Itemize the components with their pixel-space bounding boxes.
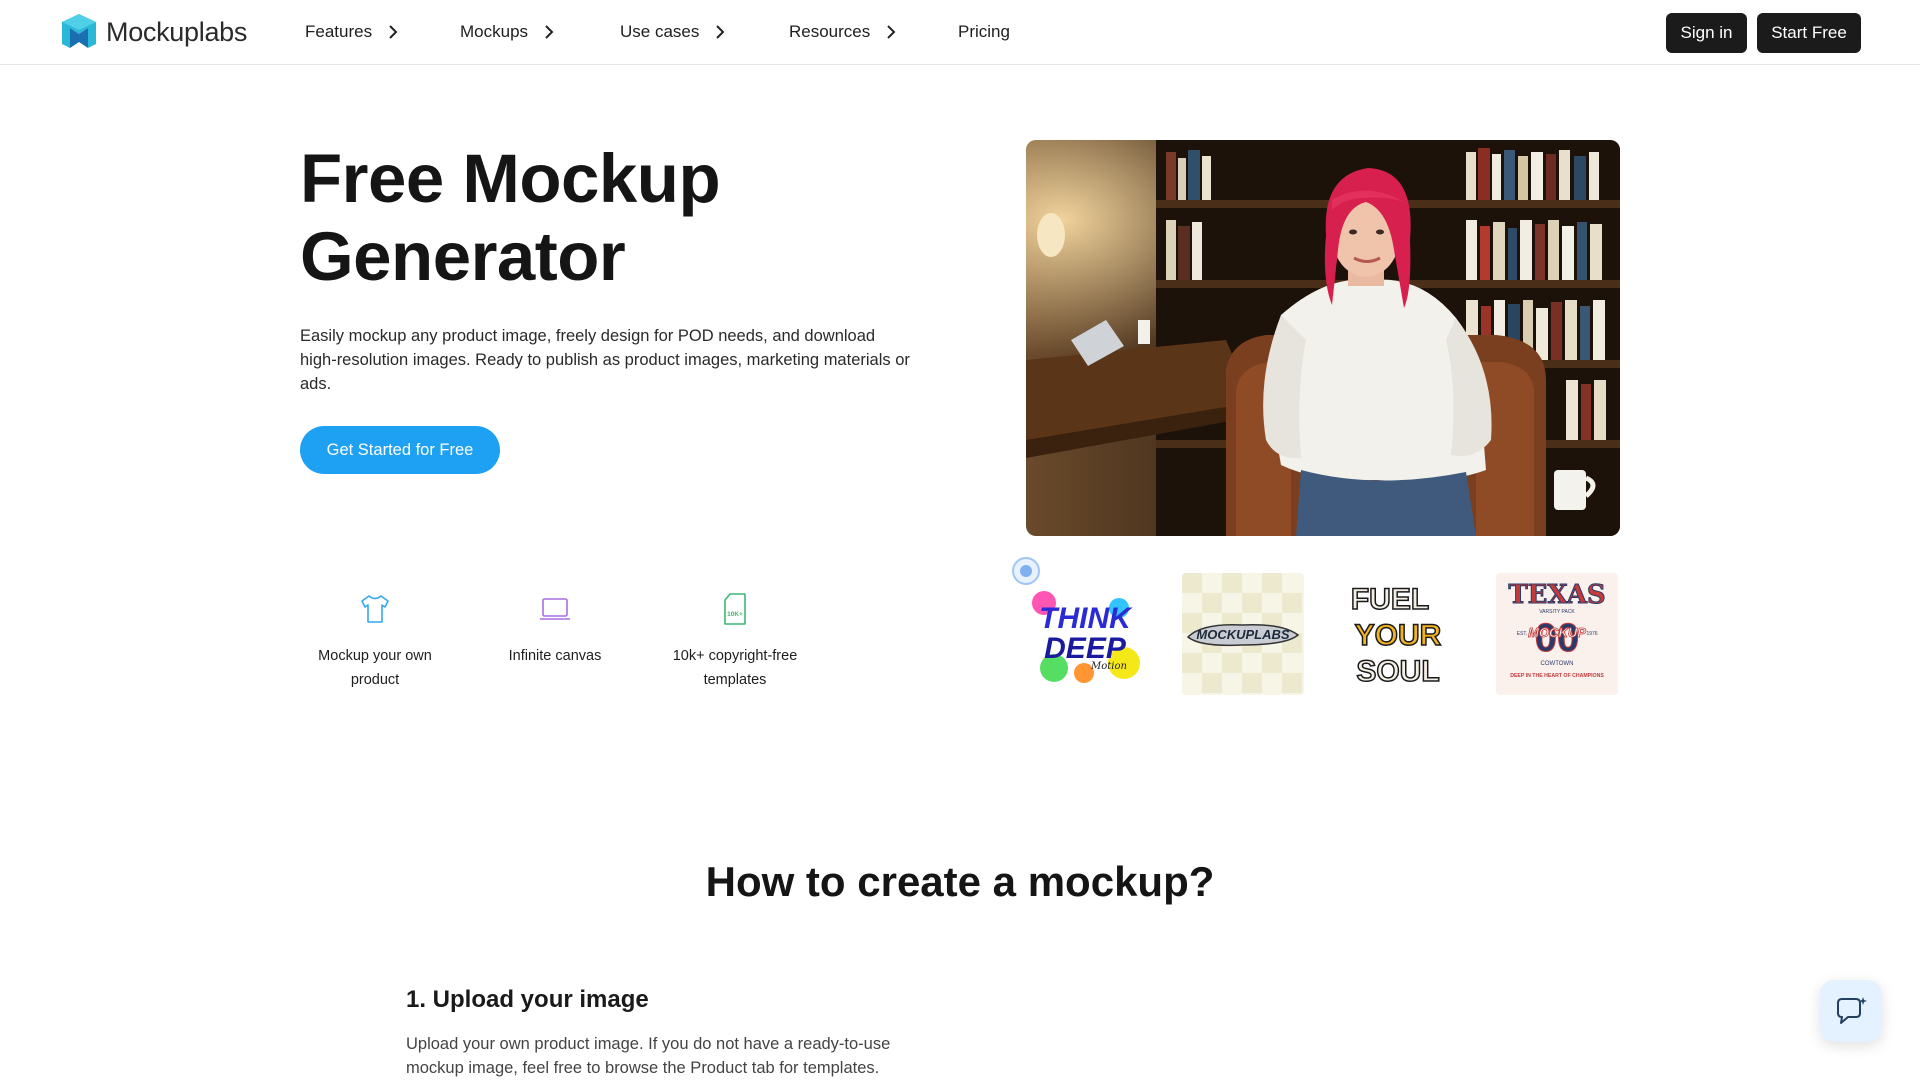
step-1-description: Upload your own product image. If you do… bbox=[406, 1035, 891, 1077]
chevron-right-icon bbox=[389, 25, 398, 39]
feature-label: Infinite canvas bbox=[508, 648, 602, 664]
texas-mockup-text: MOCKUP bbox=[1528, 625, 1586, 640]
mockuplabs-design-text: MOCKUPLABS bbox=[1196, 627, 1289, 642]
nav-features-label: Features bbox=[305, 22, 373, 41]
texas-mockup-design: TEXAS VARSITY PACK 00 EST. 1976 MOCKUP C… bbox=[1496, 573, 1618, 695]
texas-year-text: 1976 bbox=[1586, 631, 1597, 637]
design-thumb-think-deep[interactable]: THINK DEEP Motion bbox=[1024, 573, 1146, 695]
nav-resources[interactable]: Resources bbox=[789, 22, 896, 42]
design-thumb-mockuplabs[interactable]: MOCKUPLABS bbox=[1182, 573, 1304, 695]
think-deep-text-1: THINK bbox=[1039, 602, 1133, 635]
texas-varsity-text: VARSITY PACK bbox=[1539, 609, 1575, 615]
feature-label: Mockup your own product bbox=[318, 648, 432, 688]
hero-description: Easily mockup any product image, freely … bbox=[300, 327, 910, 393]
mockuplabs-logo-design: MOCKUPLABS bbox=[1182, 573, 1304, 695]
design-thumb-texas[interactable]: TEXAS VARSITY PACK 00 EST. 1976 MOCKUP C… bbox=[1496, 573, 1618, 695]
step-1-title: 1. Upload your image bbox=[406, 986, 649, 1013]
texas-text: TEXAS bbox=[1508, 580, 1605, 610]
feature-templates: 10K+ 10k+ copyright-free templates bbox=[660, 592, 810, 692]
template-file-icon: 10K+ bbox=[724, 593, 746, 625]
texas-est-text: EST. bbox=[1517, 631, 1528, 637]
texas-slogan-text: DEEP IN THE HEART OF CHAMPIONS bbox=[1510, 673, 1604, 679]
nav-features[interactable]: Features bbox=[305, 22, 398, 42]
chevron-right-icon bbox=[887, 25, 896, 39]
laptop-icon bbox=[540, 598, 570, 620]
chevron-right-icon bbox=[545, 25, 554, 39]
nav-mockups-label: Mockups bbox=[460, 22, 529, 41]
site-header: Mockuplabs Features Mockups Use cases Re… bbox=[0, 0, 1920, 65]
hero-title-line1: Free Mockup bbox=[300, 140, 721, 217]
nav-mockups[interactable]: Mockups bbox=[460, 22, 554, 42]
mockuplabs-logo-icon bbox=[62, 14, 96, 48]
feature-infinite-canvas: Infinite canvas bbox=[480, 592, 630, 668]
texas-cowtown-text: COWTOWN bbox=[1541, 661, 1574, 667]
template-file-icon-text: 10K+ bbox=[727, 611, 743, 618]
chevron-right-icon bbox=[716, 25, 725, 39]
fuel-design-text-2: YOUR bbox=[1355, 619, 1442, 652]
sign-in-button[interactable]: Sign in bbox=[1666, 13, 1747, 53]
hero-title-line2: Generator bbox=[300, 218, 626, 295]
tshirt-icon bbox=[361, 595, 389, 623]
fuel-your-soul-design: FUEL YOUR SOUL bbox=[1340, 573, 1462, 695]
nav-pricing[interactable]: Pricing bbox=[958, 22, 1010, 42]
fuel-design-text-3: SOUL bbox=[1356, 655, 1439, 688]
feature-mockup-own-product: Mockup your own product bbox=[300, 592, 450, 692]
selection-indicator bbox=[1012, 557, 1040, 585]
hero-title: Free Mockup Generator bbox=[300, 140, 860, 296]
get-started-button[interactable]: Get Started for Free bbox=[300, 426, 500, 474]
nav-pricing-label: Pricing bbox=[958, 22, 1010, 41]
start-free-button[interactable]: Start Free bbox=[1757, 13, 1861, 53]
hero-photo bbox=[1026, 140, 1620, 536]
how-to-title: How to create a mockup? bbox=[705, 858, 1215, 905]
think-deep-design: THINK DEEP Motion bbox=[1024, 573, 1146, 695]
nav-use-cases[interactable]: Use cases bbox=[620, 22, 725, 42]
nav-resources-label: Resources bbox=[789, 22, 871, 41]
nav-use-cases-label: Use cases bbox=[620, 22, 700, 41]
think-deep-text-3: Motion bbox=[1090, 661, 1127, 672]
feature-label: 10k+ copyright-free templates bbox=[672, 648, 798, 688]
logo[interactable]: Mockuplabs bbox=[60, 14, 247, 50]
logo-text: Mockuplabs bbox=[106, 16, 248, 47]
chat-bubble-icon bbox=[1837, 997, 1867, 1024]
chat-widget-button[interactable] bbox=[1820, 980, 1882, 1042]
fuel-design-text-1: FUEL bbox=[1351, 583, 1429, 616]
woman-in-white-sweatshirt-photo bbox=[1026, 140, 1620, 536]
design-thumb-fuel-your-soul[interactable]: FUEL YOUR SOUL bbox=[1340, 573, 1462, 695]
